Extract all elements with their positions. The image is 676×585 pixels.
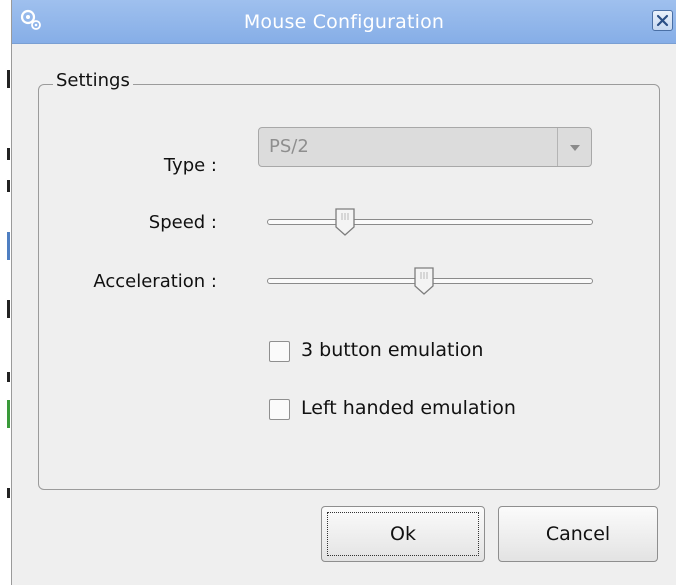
speed-label: Speed : xyxy=(148,212,217,233)
speed-slider[interactable] xyxy=(267,207,593,237)
edge-mark xyxy=(7,488,10,498)
settings-group-label: Settings xyxy=(53,70,133,91)
acceleration-slider[interactable] xyxy=(267,266,593,296)
background-window-edge xyxy=(0,0,11,585)
ok-button[interactable]: Ok xyxy=(321,506,485,562)
close-button[interactable] xyxy=(652,10,673,31)
type-select-value: PS/2 xyxy=(269,136,309,157)
edge-mark xyxy=(7,400,10,428)
type-label: Type : xyxy=(163,155,217,176)
left-handed-emulation-label[interactable]: Left handed emulation xyxy=(301,397,516,419)
title-bar[interactable]: Mouse Configuration xyxy=(12,0,676,44)
speed-slider-groove xyxy=(267,219,593,225)
type-select-dropdown-button[interactable] xyxy=(557,128,591,166)
edge-mark xyxy=(7,232,10,260)
chevron-down-icon xyxy=(570,145,580,151)
focus-indicator xyxy=(327,512,479,556)
acceleration-slider-handle[interactable] xyxy=(413,266,435,296)
speed-slider-handle[interactable] xyxy=(334,207,356,237)
edge-mark xyxy=(7,148,10,160)
edge-mark xyxy=(7,300,10,318)
acceleration-label: Acceleration : xyxy=(93,271,217,292)
mouse-configuration-dialog: Mouse Configuration Settings Type : PS/2… xyxy=(11,0,676,585)
type-select[interactable]: PS/2 xyxy=(258,127,592,167)
three-button-emulation-label[interactable]: 3 button emulation xyxy=(301,339,483,361)
window-title: Mouse Configuration xyxy=(243,11,445,33)
edge-mark xyxy=(7,70,10,88)
edge-mark xyxy=(7,372,10,382)
left-handed-emulation-checkbox[interactable] xyxy=(269,399,290,420)
edge-mark xyxy=(7,180,10,192)
cancel-button-label: Cancel xyxy=(545,523,611,545)
close-icon xyxy=(656,14,669,27)
three-button-emulation-checkbox[interactable] xyxy=(269,341,290,362)
cancel-button[interactable]: Cancel xyxy=(498,506,658,562)
